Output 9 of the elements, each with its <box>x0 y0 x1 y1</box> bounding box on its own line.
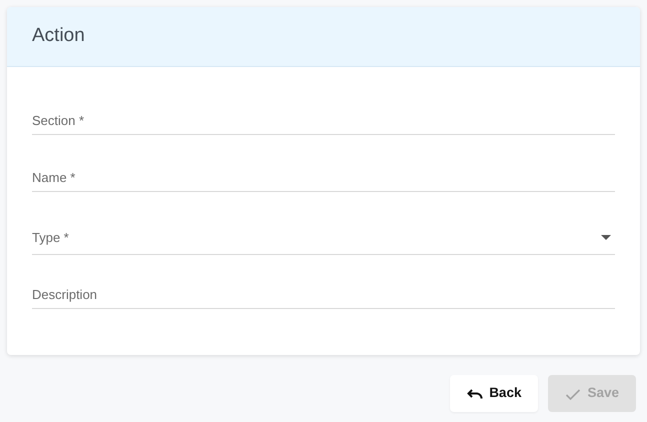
select-field[interactable]: Type * <box>32 228 601 248</box>
input-field[interactable]: Name * <box>32 168 615 188</box>
input-field[interactable]: Description <box>32 284 615 304</box>
card-title: Action <box>32 24 85 48</box>
undo-arrow-icon <box>467 386 484 400</box>
dropdown-caret-icon <box>601 235 611 240</box>
input-field[interactable]: Section * <box>32 110 615 130</box>
back-button[interactable]: Back <box>450 375 538 412</box>
checkmark-icon <box>565 386 582 400</box>
